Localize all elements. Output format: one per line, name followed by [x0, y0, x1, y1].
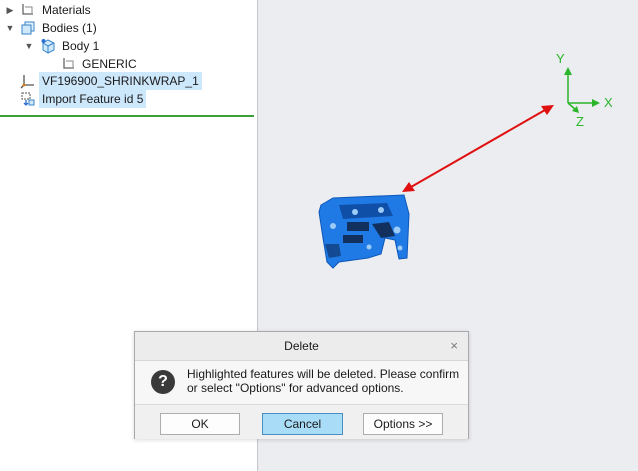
collapse-caret-icon[interactable]: ▼	[24, 37, 34, 55]
tree-item-shrinkwrap[interactable]: VF196900_SHRINKWRAP_1	[0, 72, 254, 90]
tree-item-import-feature[interactable]: Import Feature id 5	[0, 90, 254, 108]
axis-label-z: Z	[576, 114, 584, 129]
expand-caret-icon[interactable]: ▶	[5, 1, 15, 19]
material-generic-icon	[63, 58, 74, 69]
body-icon	[41, 39, 55, 54]
annotation-arrow	[402, 105, 554, 192]
axis-label-x: X	[604, 95, 613, 110]
dialog-body: ? Highlighted features will be deleted. …	[135, 361, 468, 403]
tree-item-label: Import Feature id 5	[39, 90, 147, 108]
import-feature-icon	[21, 92, 35, 106]
options-button[interactable]: Options >>	[363, 413, 443, 435]
collapse-caret-icon[interactable]: ▼	[5, 19, 15, 37]
tree-insert-marker	[0, 115, 254, 117]
question-icon: ?	[151, 370, 175, 394]
dialog-message: Highlighted features will be deleted. Pl…	[187, 367, 460, 395]
tree-item-label: Body 1	[62, 39, 100, 53]
tree-item-label: Bodies (1)	[42, 21, 97, 35]
close-icon[interactable]: ×	[450, 332, 458, 360]
csys-icon	[20, 75, 34, 89]
delete-dialog: Delete × ? Highlighted features will be …	[134, 331, 469, 439]
cancel-button[interactable]: Cancel	[262, 413, 343, 435]
ok-button[interactable]: OK	[160, 413, 240, 435]
dialog-footer: OK Cancel Options >>	[135, 404, 468, 439]
tree-item-label: VF196900_SHRINKWRAP_1	[39, 72, 202, 90]
coordinate-system-icon: Y X Z	[556, 51, 613, 129]
tree-item-bodies[interactable]: ▼ Bodies (1)	[0, 19, 254, 37]
tree-item-materials[interactable]: ▶ Materials	[0, 1, 254, 19]
bodies-icon	[21, 21, 35, 35]
materials-icon	[22, 4, 33, 15]
tree-item-label: GENERIC	[82, 57, 137, 71]
tree-item-body-1[interactable]: ▼ Body 1	[0, 37, 254, 55]
tree-item-label: Materials	[42, 3, 91, 17]
tree-item-generic[interactable]: GENERIC	[0, 55, 254, 73]
dialog-title: Delete	[135, 332, 468, 361]
axis-label-y: Y	[556, 51, 565, 66]
shrinkwrap-model[interactable]	[318, 194, 410, 269]
